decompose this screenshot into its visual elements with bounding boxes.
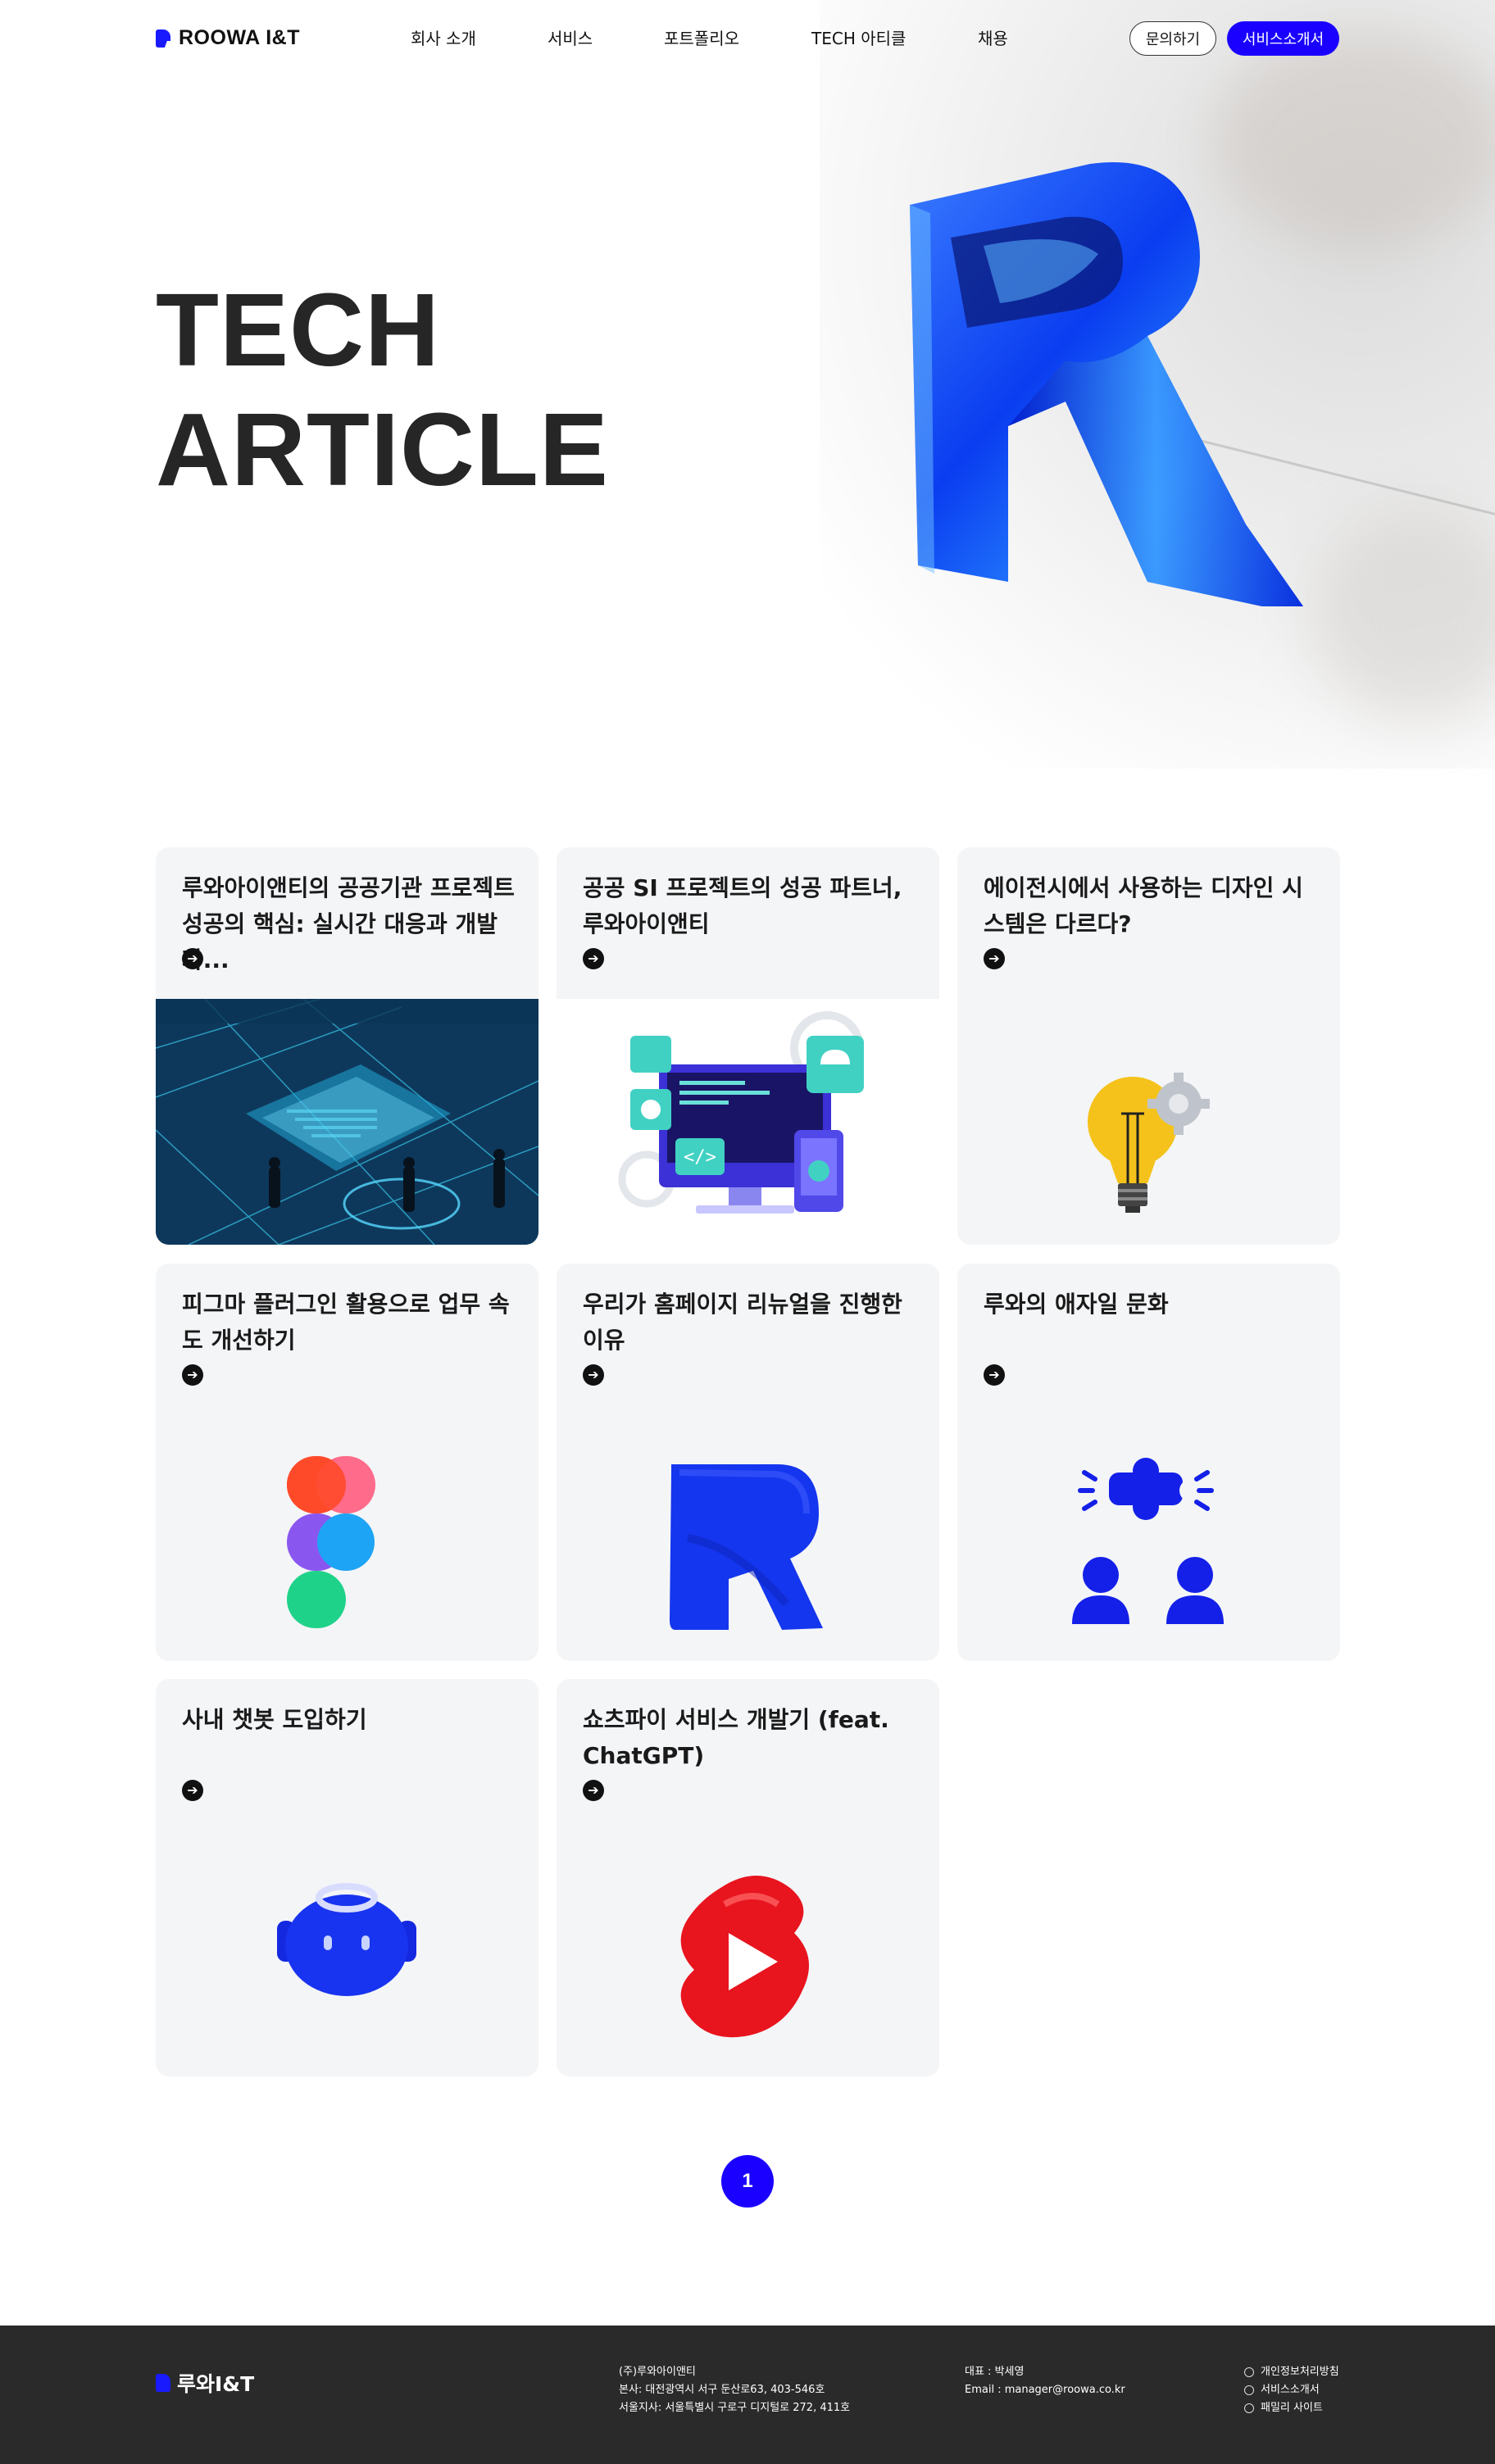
article-title: 루와아이앤티의 공공기관 프로젝트 성공의 핵심: 실시간 대응과 개발자... xyxy=(182,874,515,973)
footer-hq-address: 본사: 대전광역시 서구 둔산로63, 403-546호 xyxy=(619,2384,825,2396)
footer-logo-text: 루와I&T xyxy=(177,2372,255,2396)
arrow-right-icon[interactable]: ➔ xyxy=(984,1364,1005,1386)
brochure-button[interactable]: 서비스소개서 xyxy=(1227,21,1339,56)
footer-address: (주)루와아이앤티 본사: 대전광역시 서구 둔산로63, 403-546호 서… xyxy=(619,2363,850,2417)
arrow-right-icon[interactable]: ➔ xyxy=(984,948,1005,969)
article-card[interactable]: 루와의 애자일 문화 ➔ xyxy=(957,1264,1340,1661)
article-thumbnail-chatbot xyxy=(277,1883,416,1996)
logo-mark-icon xyxy=(156,29,170,48)
article-thumbnail-figma-logo xyxy=(287,1456,375,1628)
contact-button[interactable]: 문의하기 xyxy=(1129,21,1216,56)
nav-careers[interactable]: 채용 xyxy=(978,25,1008,49)
article-title: 우리가 홈페이지 리뉴얼을 진행한 이유 xyxy=(583,1291,902,1354)
article-title: 에이전시에서 사용하는 디자인 시스템은 다르다? xyxy=(984,874,1303,937)
article-thumbnail-dev-illustration: </> xyxy=(557,999,939,1245)
article-thumbnail-agile-team xyxy=(1072,1458,1224,1624)
nav-tech-article[interactable]: TECH 아티클 xyxy=(811,25,906,49)
footer-seoul-address: 서울지사: 서울특별시 구로구 디지털로 272, 411호 xyxy=(619,2402,851,2414)
page-title-line2: ARTICLE xyxy=(156,392,609,507)
footer-ceo: 대표 : 박세영 xyxy=(965,2366,1025,2378)
arrow-right-icon[interactable]: ➔ xyxy=(583,1780,604,1801)
arrow-right-icon[interactable]: ➔ xyxy=(182,1364,203,1386)
article-card[interactable]: 사내 챗봇 도입하기 ➔ xyxy=(156,1679,538,2076)
arrow-right-icon[interactable]: ➔ xyxy=(182,948,203,969)
nav-services[interactable]: 서비스 xyxy=(548,25,593,49)
site-footer: 루와I&T (주)루와아이앤티 본사: 대전광역시 서구 둔산로63, 403-… xyxy=(0,2326,1495,2464)
article-title: 사내 챗봇 도입하기 xyxy=(182,1706,367,1733)
page-title-line1: TECH xyxy=(156,272,440,388)
nav-company[interactable]: 회사 소개 xyxy=(411,25,476,49)
nav-portfolio[interactable]: 포트폴리오 xyxy=(664,25,739,49)
article-card[interactable]: 피그마 플러그인 활용으로 업무 속도 개선하기 ➔ xyxy=(156,1264,538,1661)
article-card[interactable]: 루와아이앤티의 공공기관 프로젝트 성공의 핵심: 실시간 대응과 개발자...… xyxy=(156,847,538,1245)
article-thumbnail-cityscape xyxy=(156,999,538,1245)
article-title: 쇼츠파이 서비스 개발기 (feat. ChatGPT) xyxy=(583,1706,889,1769)
download-icon xyxy=(1244,2385,1254,2395)
footer-logo[interactable]: 루와I&T xyxy=(156,2368,254,2398)
pagination-page-1[interactable]: 1 xyxy=(721,2155,774,2208)
article-card[interactable]: 공공 SI 프로젝트의 성공 파트너, 루와아이앤티 ➔ </> xyxy=(557,847,939,1245)
article-card[interactable]: 쇼츠파이 서비스 개발기 (feat. ChatGPT) ➔ xyxy=(557,1679,939,2076)
site-header: ROOWA I&T 회사 소개 서비스 포트폴리오 TECH 아티클 채용 문의… xyxy=(0,0,1495,77)
footer-link-brochure[interactable]: 서비스소개서 xyxy=(1244,2381,1339,2399)
arrow-right-icon[interactable]: ➔ xyxy=(182,1780,203,1801)
arrow-right-icon[interactable]: ➔ xyxy=(583,1364,604,1386)
logo[interactable]: ROOWA I&T xyxy=(156,26,300,50)
svg-text:</>: </> xyxy=(684,1147,716,1168)
user-icon xyxy=(1244,2367,1254,2377)
logo-text: ROOWA I&T xyxy=(179,26,301,49)
article-thumbnail-shorts-logo xyxy=(680,1876,809,2038)
article-card[interactable]: 우리가 홈페이지 리뉴얼을 진행한 이유 ➔ xyxy=(557,1264,939,1661)
arrow-right-icon[interactable]: ➔ xyxy=(583,948,604,969)
article-title: 루와의 애자일 문화 xyxy=(984,1291,1169,1318)
article-title: 공공 SI 프로젝트의 성공 파트너, 루와아이앤티 xyxy=(583,874,902,937)
footer-links: 개인정보처리방침 서비스소개서 패밀리 사이트 xyxy=(1244,2363,1339,2417)
footer-contact: 대표 : 박세영 Email : manager@roowa.co.kr xyxy=(965,2363,1125,2399)
article-title: 피그마 플러그인 활용으로 업무 속도 개선하기 xyxy=(182,1291,510,1354)
footer-link-label: 서비스소개서 xyxy=(1261,2384,1320,2396)
footer-link-label: 개인정보처리방침 xyxy=(1261,2366,1339,2378)
footer-company: (주)루와아이앤티 xyxy=(619,2366,696,2378)
page-title: TECH ARTICLE xyxy=(156,270,609,510)
footer-link-label: 패밀리 사이트 xyxy=(1261,2402,1323,2414)
footer-link-privacy[interactable]: 개인정보처리방침 xyxy=(1244,2363,1339,2381)
article-card[interactable]: 에이전시에서 사용하는 디자인 시스템은 다르다? ➔ xyxy=(957,847,1340,1245)
hero-r-logo-icon xyxy=(910,161,1303,607)
footer-link-family[interactable]: 패밀리 사이트 xyxy=(1244,2399,1339,2417)
footer-email: Email : manager@roowa.co.kr xyxy=(965,2384,1125,2396)
article-thumbnail-r-logo xyxy=(670,1464,823,1630)
footer-logo-mark-icon xyxy=(156,2374,170,2392)
globe-icon xyxy=(1244,2403,1254,2413)
article-thumbnail-lightbulb xyxy=(1088,1073,1210,1213)
